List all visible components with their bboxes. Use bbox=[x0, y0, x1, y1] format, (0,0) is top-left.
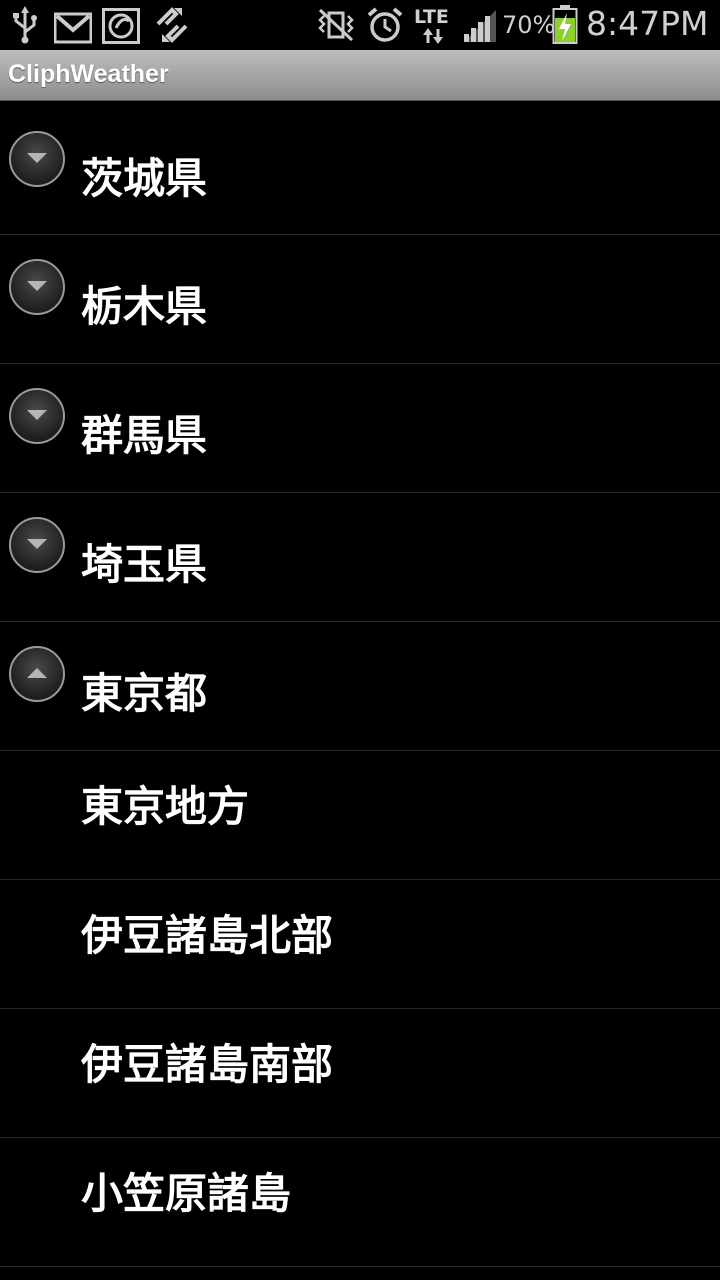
status-time: 8:47PM bbox=[586, 4, 709, 43]
child-label: 小笠原諸島 bbox=[81, 1169, 292, 1218]
list-child-item[interactable]: 伊豆諸島北部 bbox=[0, 880, 720, 1009]
chevron-down-icon bbox=[27, 153, 47, 163]
group-label: 茨城県 bbox=[81, 154, 208, 203]
child-label: 伊豆諸島北部 bbox=[81, 911, 334, 960]
expand-toggle[interactable] bbox=[9, 259, 65, 315]
child-label: 伊豆諸島南部 bbox=[81, 1040, 334, 1089]
list-group-item[interactable]: 埼玉県 bbox=[0, 493, 720, 622]
list-child-item[interactable]: 伊豆諸島南部 bbox=[0, 1009, 720, 1138]
lte-arrows-icon bbox=[423, 28, 443, 44]
sync-icon bbox=[156, 7, 188, 43]
app-icon bbox=[102, 8, 140, 44]
battery-charging-icon bbox=[552, 5, 578, 44]
list-child-item[interactable]: 小笠原諸島 bbox=[0, 1138, 720, 1267]
group-label: 群馬県 bbox=[81, 411, 208, 460]
list-group-item-expanded[interactable]: 東京都 bbox=[0, 622, 720, 751]
list-group-item[interactable]: 栃木県 bbox=[0, 235, 720, 364]
prefecture-list: 茨城県 栃木県 群馬県 埼玉県 東京都 東京地方 伊豆諸島北部 伊豆諸島南部 小… bbox=[0, 107, 720, 1267]
chevron-up-icon bbox=[27, 668, 47, 678]
expand-toggle[interactable] bbox=[9, 517, 65, 573]
list-group-item[interactable]: 群馬県 bbox=[0, 364, 720, 493]
group-label: 埼玉県 bbox=[81, 540, 208, 589]
signal-icon bbox=[464, 10, 496, 42]
chevron-down-icon bbox=[27, 410, 47, 420]
chevron-down-icon bbox=[27, 281, 47, 291]
status-bar: LTE 70% 8:47PM bbox=[0, 0, 720, 50]
child-label: 東京地方 bbox=[81, 782, 250, 831]
battery-percent-label: 70% bbox=[502, 11, 556, 39]
list-child-item[interactable]: 東京地方 bbox=[0, 751, 720, 880]
expand-toggle[interactable] bbox=[9, 131, 65, 187]
group-label: 東京都 bbox=[81, 669, 208, 718]
chevron-down-icon bbox=[27, 539, 47, 549]
gmail-icon bbox=[54, 12, 92, 44]
group-label: 栃木県 bbox=[81, 282, 208, 331]
list-group-item[interactable]: 茨城県 bbox=[0, 107, 720, 235]
collapse-toggle[interactable] bbox=[9, 646, 65, 702]
alarm-icon bbox=[367, 7, 403, 42]
app-title-bar: CliphWeather bbox=[0, 50, 720, 100]
expand-toggle[interactable] bbox=[9, 388, 65, 444]
app-title: CliphWeather bbox=[8, 60, 169, 88]
usb-icon bbox=[13, 6, 37, 44]
vibrate-icon bbox=[318, 8, 354, 42]
network-type-label: LTE bbox=[414, 6, 449, 28]
